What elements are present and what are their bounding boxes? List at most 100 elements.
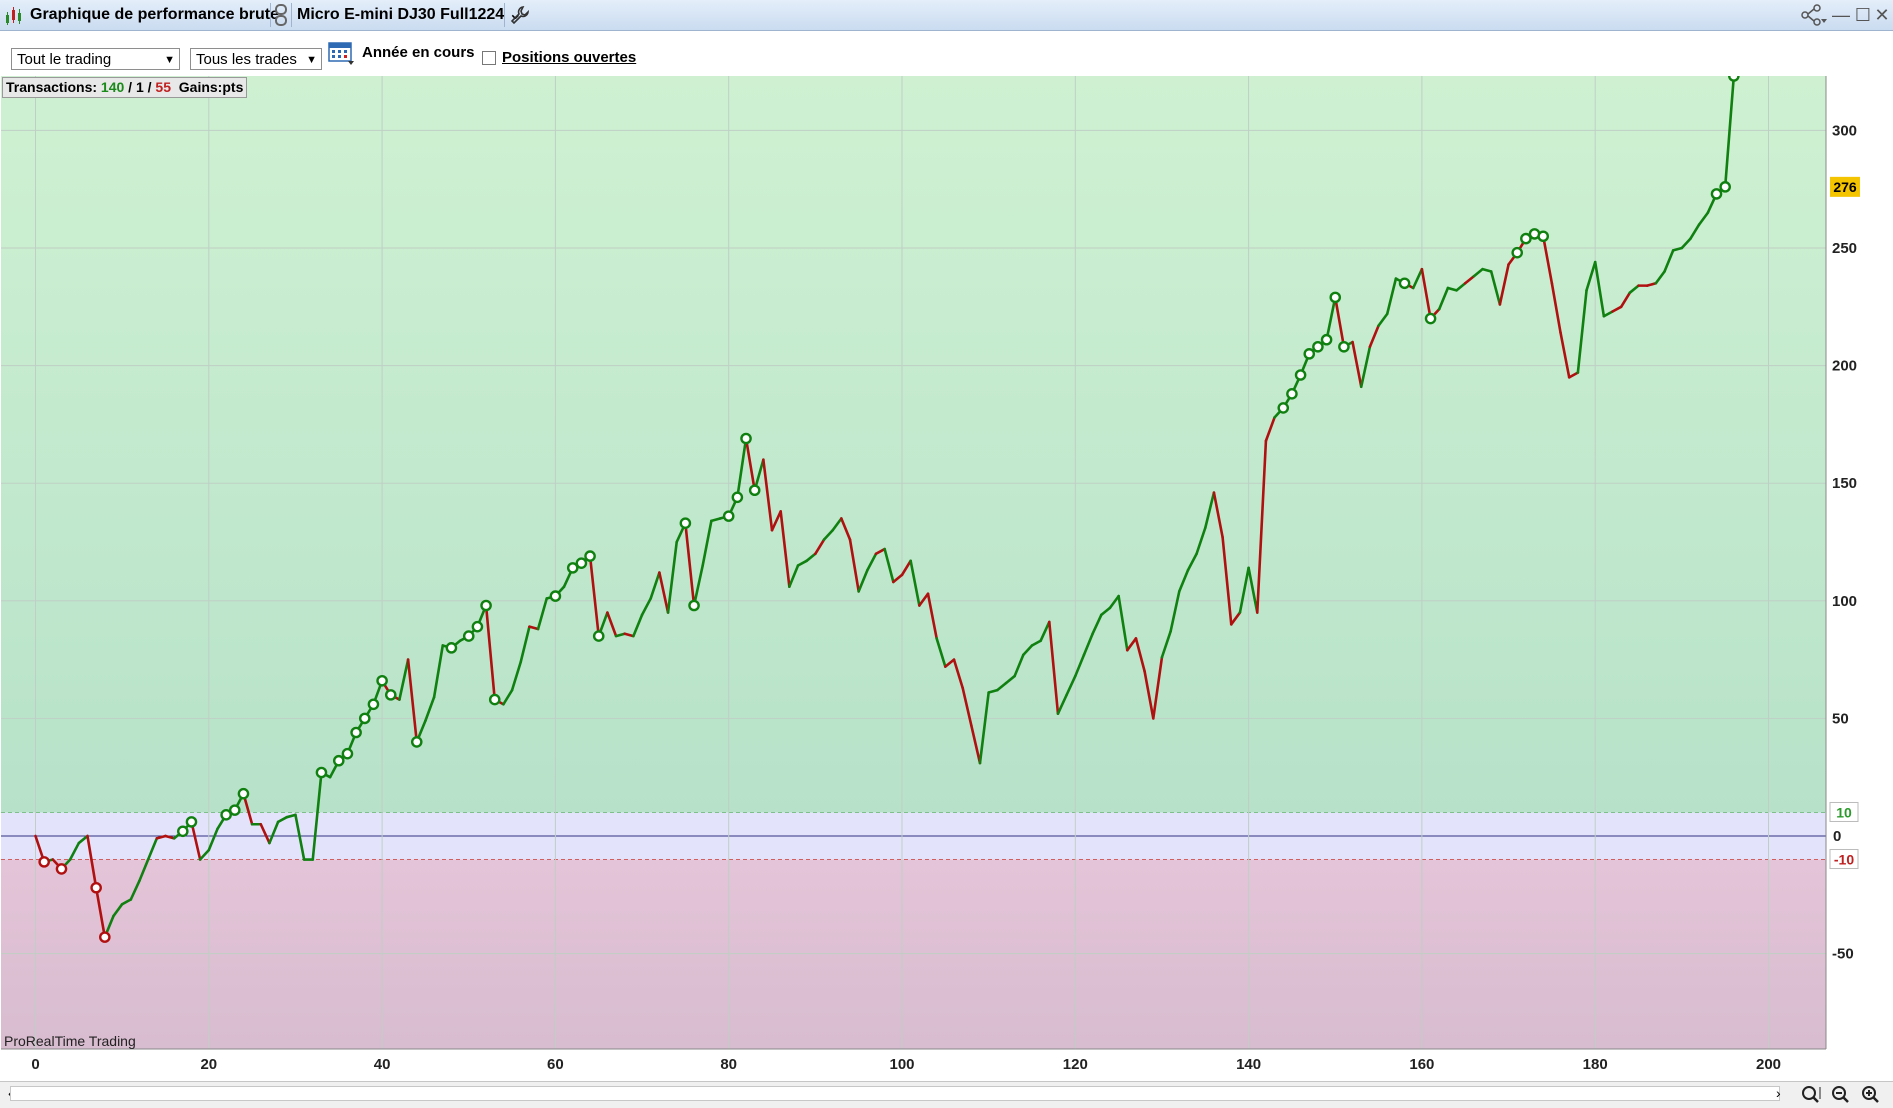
new-high-marker-80 bbox=[722, 510, 735, 522]
period-label: Année en cours bbox=[362, 44, 475, 61]
new-high-marker-144 bbox=[1277, 402, 1290, 414]
new-high-marker-195 bbox=[1719, 181, 1731, 193]
new-low-marker-3 bbox=[55, 863, 68, 875]
new-high-marker-24 bbox=[237, 787, 250, 800]
y-tick-label-250: 250 bbox=[1832, 240, 1857, 257]
gains-label: Gains: bbox=[178, 79, 223, 95]
new-high-marker-174 bbox=[1537, 230, 1550, 243]
new-high-marker-33 bbox=[315, 766, 328, 779]
open-positions-label[interactable]: Positions ouvertes bbox=[502, 49, 636, 66]
separator: / bbox=[128, 79, 133, 95]
new-high-marker-64 bbox=[584, 550, 596, 562]
bottom-bar: ‹ › bbox=[0, 1081, 1893, 1106]
x-tick-label-180: 180 bbox=[1583, 1056, 1608, 1073]
wrench-icon[interactable] bbox=[510, 5, 530, 25]
new-high-marker-75 bbox=[679, 517, 692, 529]
y-tick-label-50: 50 bbox=[1832, 710, 1849, 727]
band-label-minus: -10 bbox=[1829, 849, 1859, 870]
equity-chart[interactable]: 0 20 40 60 80 100 120 140 160 180 200-505010015020… bbox=[0, 76, 1893, 1081]
close-icon[interactable]: ✕ bbox=[1871, 3, 1893, 27]
new-high-marker-158 bbox=[1398, 277, 1411, 290]
new-high-marker-41 bbox=[384, 689, 397, 701]
link-icon[interactable] bbox=[274, 3, 288, 27]
losses-count: 55 bbox=[155, 79, 171, 95]
transactions-summary: Transactions: 140 / 1 / 55 Gains:pts bbox=[2, 77, 248, 98]
new-high-marker-147 bbox=[1303, 348, 1316, 360]
new-high-marker-48 bbox=[445, 642, 458, 654]
new-high-marker-151 bbox=[1338, 340, 1350, 353]
neutral-count: 1 bbox=[135, 79, 144, 95]
band-label-zero: 0 bbox=[1833, 828, 1841, 845]
band-label-plus: 10 bbox=[1829, 801, 1859, 822]
scope-select-value: Tout le trading bbox=[17, 51, 112, 68]
new-high-marker-23 bbox=[228, 804, 241, 816]
calendar-icon[interactable] bbox=[328, 40, 356, 66]
y-tick-label-300: 300 bbox=[1832, 122, 1857, 139]
new-high-marker-40 bbox=[376, 674, 388, 687]
new-high-marker-36 bbox=[341, 747, 354, 760]
new-high-marker-37 bbox=[350, 726, 362, 739]
new-high-marker-83 bbox=[748, 484, 761, 497]
new-high-marker-196 bbox=[1728, 76, 1740, 82]
zoom-out-icon[interactable] bbox=[1830, 1084, 1854, 1104]
new-high-marker-76 bbox=[688, 599, 700, 612]
band-label-minus-text: -10 bbox=[1834, 852, 1854, 868]
scope-select[interactable]: Tout le trading ▼ bbox=[11, 48, 180, 70]
new-low-marker-7 bbox=[90, 881, 102, 894]
new-high-marker-148 bbox=[1312, 340, 1324, 353]
y-tick-label-200: 200 bbox=[1832, 358, 1857, 375]
new-high-marker-81 bbox=[731, 491, 744, 504]
new-high-marker-150 bbox=[1329, 291, 1342, 304]
branding-label: ProRealTime Trading bbox=[4, 1033, 136, 1049]
last-value-badge: 276 bbox=[1830, 176, 1860, 197]
x-tick-label-200: 200 bbox=[1756, 1056, 1781, 1073]
new-high-marker-38 bbox=[358, 712, 371, 725]
title-bar: Graphique de performance brute Micro E-m… bbox=[0, 0, 1893, 31]
new-high-marker-50 bbox=[462, 630, 475, 642]
open-positions-checkbox[interactable] bbox=[482, 51, 496, 65]
new-high-marker-17 bbox=[177, 825, 189, 838]
new-high-marker-53 bbox=[488, 693, 501, 706]
new-high-marker-63 bbox=[575, 557, 588, 569]
separator: / bbox=[147, 79, 152, 95]
x-tick-label-120: 120 bbox=[1063, 1056, 1088, 1073]
x-tick-label-160: 160 bbox=[1409, 1056, 1434, 1073]
instrument-selector[interactable]: Micro E-mini DJ30 Full1224 ⌄ bbox=[297, 0, 522, 30]
horizontal-scrollbar[interactable] bbox=[10, 1086, 1780, 1101]
new-high-marker-171 bbox=[1511, 246, 1524, 259]
new-low-marker-1 bbox=[38, 856, 50, 868]
chevron-down-icon: ▼ bbox=[164, 54, 175, 66]
new-high-marker-18 bbox=[185, 816, 198, 828]
zoom-in-icon[interactable] bbox=[1860, 1084, 1884, 1104]
new-high-marker-145 bbox=[1286, 388, 1298, 400]
toolbar: Tout le trading ▼ Tous les trades ▼ Anné… bbox=[0, 31, 1893, 76]
y-tick-label-100: 100 bbox=[1832, 593, 1857, 610]
chart-area: 0 20 40 60 80 100 120 140 160 180 200 -50 50 100 150 20… bbox=[0, 76, 1893, 1081]
new-high-marker-60 bbox=[549, 590, 562, 602]
transactions-label: Transactions: bbox=[6, 79, 98, 95]
x-tick-label-0: 0 bbox=[31, 1056, 39, 1073]
gains-unit: pts bbox=[222, 79, 244, 95]
new-high-marker-52 bbox=[480, 599, 492, 612]
new-high-marker-35 bbox=[332, 754, 345, 767]
last-value-badge-text: 276 bbox=[1833, 179, 1857, 195]
x-tick-label-140: 140 bbox=[1236, 1056, 1261, 1073]
scroll-right-icon[interactable]: › bbox=[1776, 1085, 1781, 1101]
zoom-fit-icon[interactable] bbox=[1800, 1084, 1824, 1104]
window-title: Graphique de performance brute bbox=[30, 6, 279, 23]
share-icon[interactable] bbox=[1800, 4, 1828, 26]
y-tick-label--50: -50 bbox=[1832, 946, 1854, 963]
minimize-icon[interactable]: — bbox=[1830, 3, 1852, 27]
new-high-marker-194 bbox=[1710, 188, 1723, 200]
new-high-marker-146 bbox=[1294, 369, 1307, 381]
x-tick-label-20: 20 bbox=[200, 1056, 217, 1073]
chart-icon bbox=[4, 6, 24, 26]
profit-zone bbox=[1, 76, 1826, 813]
new-high-marker-161 bbox=[1424, 312, 1437, 325]
new-high-marker-65 bbox=[592, 630, 605, 642]
trades-select[interactable]: Tous les trades ▼ bbox=[190, 48, 322, 70]
band-label-plus-text: 10 bbox=[1836, 804, 1852, 820]
new-high-marker-44 bbox=[410, 736, 423, 748]
wins-count: 140 bbox=[100, 79, 125, 95]
x-tick-label-80: 80 bbox=[720, 1056, 737, 1073]
